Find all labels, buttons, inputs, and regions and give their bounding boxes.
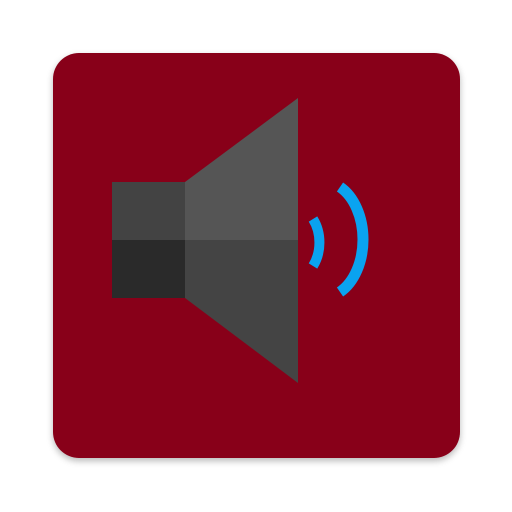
speaker-body-top (112, 182, 185, 240)
icon-canvas: speaker-volume-icon (0, 0, 512, 512)
app-icon-tile[interactable]: speaker-volume-icon (53, 53, 460, 458)
speaker-volume-icon (53, 53, 460, 458)
speaker-body-bottom (112, 240, 185, 298)
